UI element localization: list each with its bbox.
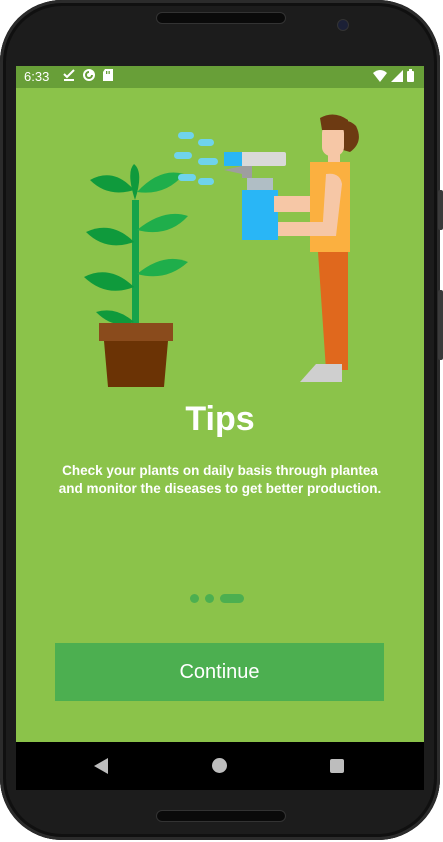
sd-card-icon bbox=[103, 69, 113, 81]
sync-icon bbox=[83, 69, 95, 81]
person-icon bbox=[274, 114, 359, 382]
status-time: 6:33 bbox=[24, 69, 50, 84]
flower-pot-icon bbox=[99, 323, 173, 387]
page-dot-active[interactable] bbox=[220, 594, 244, 603]
navigation-bar bbox=[16, 742, 424, 790]
person-spraying-plant-illustration bbox=[84, 114, 359, 387]
onboarding-title: Tips bbox=[185, 400, 255, 438]
app-screen: 6:33 Tips Check your plants on daily bas… bbox=[16, 66, 424, 790]
power-button bbox=[438, 290, 443, 360]
status-bar: 6:33 bbox=[16, 66, 424, 88]
wifi-icon bbox=[373, 69, 387, 82]
water-spray-icon bbox=[174, 132, 218, 185]
front-camera bbox=[337, 19, 349, 31]
continue-button[interactable]: Continue bbox=[55, 643, 384, 701]
back-icon[interactable] bbox=[94, 758, 108, 774]
top-speaker bbox=[156, 12, 286, 24]
page-dot[interactable] bbox=[205, 594, 214, 603]
onboarding-description: Check your plants on daily basis through… bbox=[58, 463, 382, 496]
volume-button bbox=[438, 190, 443, 230]
phone-frame: 6:33 Tips Check your plants on daily bas… bbox=[0, 0, 443, 840]
plant-icon bbox=[84, 164, 188, 350]
recents-icon[interactable] bbox=[330, 759, 344, 773]
home-icon[interactable] bbox=[212, 758, 227, 773]
page-indicator bbox=[190, 594, 244, 603]
battery-icon bbox=[407, 69, 414, 82]
signal-icon bbox=[391, 69, 403, 82]
check-download-icon bbox=[63, 69, 75, 81]
page-dot[interactable] bbox=[190, 594, 199, 603]
bottom-speaker bbox=[156, 810, 286, 822]
